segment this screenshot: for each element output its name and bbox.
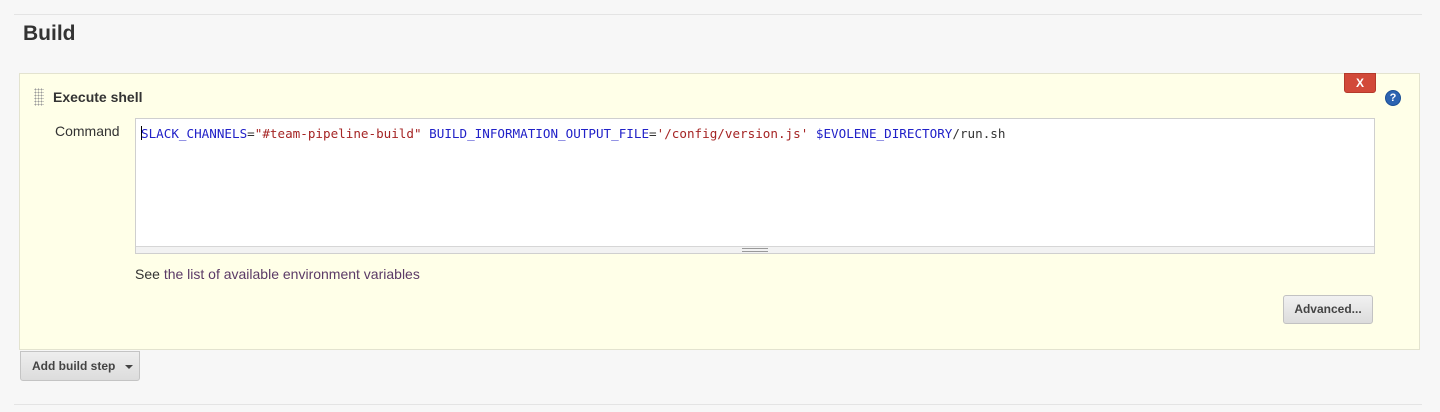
advanced-button[interactable]: Advanced... — [1283, 295, 1373, 324]
help-icon[interactable]: ? — [1385, 90, 1401, 106]
drag-handle-icon[interactable] — [34, 88, 44, 106]
code-token: = — [247, 126, 255, 141]
delete-step-button[interactable]: X — [1344, 73, 1376, 93]
command-editor[interactable]: SLACK_CHANNELS="#team-pipeline-build" BU… — [135, 118, 1375, 254]
add-build-step-button[interactable]: Add build step — [20, 351, 140, 381]
code-token: "#team-pipeline-build" — [254, 126, 422, 141]
env-vars-help: See the list of available environment va… — [135, 265, 420, 283]
add-build-step-label: Add build step — [32, 359, 116, 373]
code-token: SLACK_CHANNELS — [141, 126, 248, 141]
code-token: = — [649, 126, 657, 141]
step-title: Execute shell — [53, 89, 143, 105]
section-title: Build — [23, 22, 76, 45]
code-token: $EVOLENE_DIRECTORY — [815, 126, 953, 141]
command-label: Command — [55, 123, 120, 139]
help-prefix: See — [135, 266, 164, 282]
code-token: /run.sh — [952, 126, 1006, 141]
env-vars-link[interactable]: the list of available environment variab… — [164, 266, 420, 282]
code-token: '/config/version.js' — [656, 126, 809, 141]
command-code-line[interactable]: SLACK_CHANNELS="#team-pipeline-build" BU… — [141, 126, 1005, 142]
editor-resize-bar[interactable] — [136, 246, 1374, 253]
resize-grip-icon[interactable] — [742, 248, 768, 252]
caret-down-icon — [125, 365, 133, 369]
bottom-divider — [14, 404, 1422, 405]
code-token: BUILD_INFORMATION_OUTPUT_FILE — [429, 126, 650, 141]
top-divider — [14, 14, 1422, 15]
execute-shell-step: Execute shell X ? Command SLACK_CHANNELS… — [19, 73, 1420, 350]
